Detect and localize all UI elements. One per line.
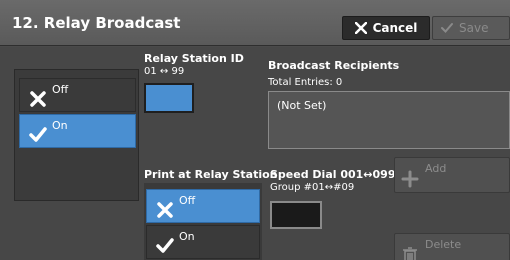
broadcast-recipients-label: Broadcast Recipients xyxy=(268,59,400,72)
relay-station-id-range: 01 ↔ 99 xyxy=(144,66,185,77)
print-at-relay-on-label: On xyxy=(179,230,195,243)
relay-broadcast-off-option[interactable]: Off xyxy=(19,78,136,112)
print-at-relay-off-option[interactable]: Off xyxy=(146,189,260,223)
relay-broadcast-on-option[interactable]: On xyxy=(19,114,136,148)
relay-broadcast-off-label: Off xyxy=(52,83,69,96)
total-entries-text: Total Entries: 0 xyxy=(268,77,343,88)
cancel-label: Cancel xyxy=(372,21,418,35)
relay-station-id-field[interactable] xyxy=(144,83,194,113)
relay-station-id-label: Relay Station ID xyxy=(144,52,244,65)
plus-icon xyxy=(401,170,419,188)
trash-icon xyxy=(403,247,417,260)
close-icon xyxy=(157,202,173,218)
broadcast-recipients-value: (Not Set) xyxy=(277,99,327,112)
speed-dial-label: Speed Dial 001↔099 xyxy=(270,168,396,181)
main-content: Off On Relay Station ID 01 ↔ 99 Broadcas… xyxy=(0,47,510,260)
checkmark-icon xyxy=(156,238,174,253)
print-at-relay-on-option[interactable]: On xyxy=(146,225,260,259)
print-at-relay-station-panel: Off On xyxy=(144,183,262,260)
title-bar: 12. Relay Broadcast Cancel Save xyxy=(0,0,510,46)
speed-dial-field[interactable] xyxy=(270,201,322,229)
checkmark-icon xyxy=(29,127,47,142)
speed-dial-group: Group #01↔#09 xyxy=(270,182,355,193)
save-label: Save xyxy=(459,21,489,35)
relay-broadcast-on-label: On xyxy=(52,119,68,132)
print-at-relay-station-label: Print at Relay Station xyxy=(144,168,278,181)
add-button[interactable]: Add xyxy=(394,157,510,193)
add-label: Add xyxy=(425,162,447,175)
close-icon xyxy=(30,91,46,107)
delete-label: Delete xyxy=(425,238,462,251)
save-button[interactable]: Save xyxy=(432,16,510,40)
checkmark-icon xyxy=(441,23,453,33)
relay-broadcast-panel: Off On xyxy=(14,69,139,201)
cancel-button[interactable]: Cancel xyxy=(342,16,430,40)
broadcast-recipients-field[interactable]: (Not Set) xyxy=(268,91,510,149)
print-at-relay-off-label: Off xyxy=(179,194,196,207)
delete-button[interactable]: Delete xyxy=(394,233,510,260)
close-icon xyxy=(354,22,367,34)
page-title: 12. Relay Broadcast xyxy=(12,14,181,32)
